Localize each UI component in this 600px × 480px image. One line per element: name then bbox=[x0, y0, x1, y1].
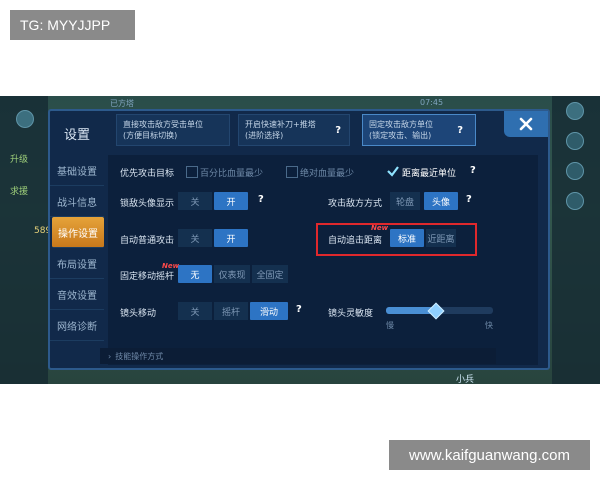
sidebar-item-battle-info[interactable]: 战斗信息 bbox=[50, 186, 104, 217]
camera-sensitivity-slider[interactable] bbox=[386, 302, 493, 320]
card-3-line1: 固定攻击敌方单位 bbox=[369, 120, 433, 129]
hud-right-panel bbox=[552, 96, 600, 384]
attack-enemy-wheel-button[interactable]: 轮盘 bbox=[390, 192, 420, 210]
hud-left-panel: 升级 求援 589 bbox=[0, 96, 51, 384]
card-2-line2: (进阶选择) bbox=[245, 131, 284, 140]
skill-icon[interactable] bbox=[566, 132, 584, 150]
settings-content bbox=[108, 155, 538, 365]
highlight-frame bbox=[316, 223, 477, 256]
sidebar-item-controls[interactable]: 操作设置 bbox=[52, 217, 104, 248]
help-icon[interactable]: ? bbox=[296, 304, 302, 315]
help-icon[interactable]: ? bbox=[258, 194, 264, 205]
card-1-line2: (方便目标切换) bbox=[123, 131, 178, 140]
close-icon bbox=[519, 117, 533, 131]
card-1-line1: 直接攻击敌方受击单位 bbox=[123, 120, 203, 129]
lock-avatar-label: 锁敌头像显示 bbox=[120, 199, 175, 209]
watermark-bottom: www.kaifguanwang.com bbox=[389, 440, 590, 470]
card-2-line1: 开启快速补刀+推塔 bbox=[245, 120, 316, 129]
hud-help-label[interactable]: 求援 bbox=[10, 184, 28, 197]
camera-move-label: 镜头移动 bbox=[120, 309, 157, 319]
card-3-line2: (锁定攻击、输出) bbox=[369, 131, 432, 140]
sidebar-item-layout[interactable]: 布局设置 bbox=[50, 248, 104, 279]
checkmark-icon[interactable] bbox=[386, 164, 400, 178]
auto-normal-attack-label: 自动普通攻击 bbox=[120, 236, 175, 246]
joystick-full-fixed-button[interactable]: 全固定 bbox=[252, 265, 288, 283]
minimap-icon[interactable] bbox=[16, 110, 34, 128]
attack-enemy-mode-label: 攻击敌方方式 bbox=[328, 199, 383, 209]
hud-time-label: 07:45 bbox=[420, 98, 444, 107]
shield-icon[interactable] bbox=[566, 162, 584, 180]
chat-icon[interactable] bbox=[566, 192, 584, 210]
slider-min-label: 慢 bbox=[386, 321, 394, 330]
fixed-joystick-label: 固定移动摇杆 bbox=[120, 272, 175, 282]
watermark-top: TG: MYYJJPP bbox=[10, 10, 135, 40]
sidebar-item-network[interactable]: 网络诊断 bbox=[50, 310, 104, 341]
attack-mode-card-2[interactable]: 开启快速补刀+推塔 (进阶选择) ? bbox=[238, 114, 350, 146]
lock-avatar-off-button[interactable]: 关 bbox=[178, 192, 212, 210]
skill-controls-section[interactable]: › 技能操作方式 bbox=[100, 348, 496, 364]
slider-max-label: 快 bbox=[485, 321, 493, 330]
help-icon[interactable]: ? bbox=[466, 194, 472, 205]
priority-option-2-checkbox[interactable] bbox=[286, 166, 298, 178]
hud-minion-label: 小兵 bbox=[456, 375, 475, 384]
chevron-right-icon: › bbox=[108, 351, 112, 361]
hud-top-bar: 已方塔 07:45 bbox=[90, 96, 570, 110]
priority-option-3-label[interactable]: 距离最近单位 bbox=[402, 166, 456, 179]
sidebar-item-sound[interactable]: 音效设置 bbox=[50, 279, 104, 310]
settings-sidebar: 基础设置 战斗信息 操作设置 布局设置 音效设置 网络诊断 bbox=[50, 155, 104, 341]
auto-attack-on-button[interactable]: 开 bbox=[214, 229, 248, 247]
priority-option-2-label[interactable]: 绝对血量最少 bbox=[300, 166, 354, 179]
camera-sensitivity-label: 镜头灵敏度 bbox=[328, 309, 374, 319]
help-icon[interactable]: ? bbox=[335, 125, 341, 136]
hud-team-label: 已方塔 bbox=[110, 99, 134, 108]
help-icon[interactable]: ? bbox=[470, 165, 476, 176]
close-button[interactable] bbox=[504, 111, 548, 137]
attack-mode-card-3[interactable]: 固定攻击敌方单位 (锁定攻击、输出) ? bbox=[362, 114, 476, 146]
skill-controls-label: 技能操作方式 bbox=[115, 351, 164, 361]
priority-option-1-label[interactable]: 百分比血量最少 bbox=[200, 166, 263, 179]
settings-gear-icon[interactable] bbox=[566, 102, 584, 120]
dialog-title: 设置 bbox=[64, 128, 91, 143]
lock-avatar-on-button[interactable]: 开 bbox=[214, 192, 248, 210]
attack-mode-card-1[interactable]: 直接攻击敌方受击单位 (方便目标切换) bbox=[116, 114, 230, 146]
help-icon[interactable]: ? bbox=[457, 125, 463, 136]
sidebar-item-basic[interactable]: 基础设置 bbox=[50, 155, 104, 186]
priority-option-1-checkbox[interactable] bbox=[186, 166, 198, 178]
joystick-display-only-button[interactable]: 仅表现 bbox=[214, 265, 250, 283]
camera-move-swipe-button[interactable]: 滑动 bbox=[250, 302, 288, 320]
attack-enemy-avatar-button[interactable]: 头像 bbox=[424, 192, 458, 210]
camera-move-joystick-button[interactable]: 摇杆 bbox=[214, 302, 248, 320]
hud-level-label: 升级 bbox=[10, 155, 29, 165]
camera-move-off-button[interactable]: 关 bbox=[178, 302, 212, 320]
joystick-none-button[interactable]: 无 bbox=[178, 265, 212, 283]
priority-target-label: 优先攻击目标 bbox=[120, 169, 175, 179]
auto-attack-off-button[interactable]: 关 bbox=[178, 229, 212, 247]
